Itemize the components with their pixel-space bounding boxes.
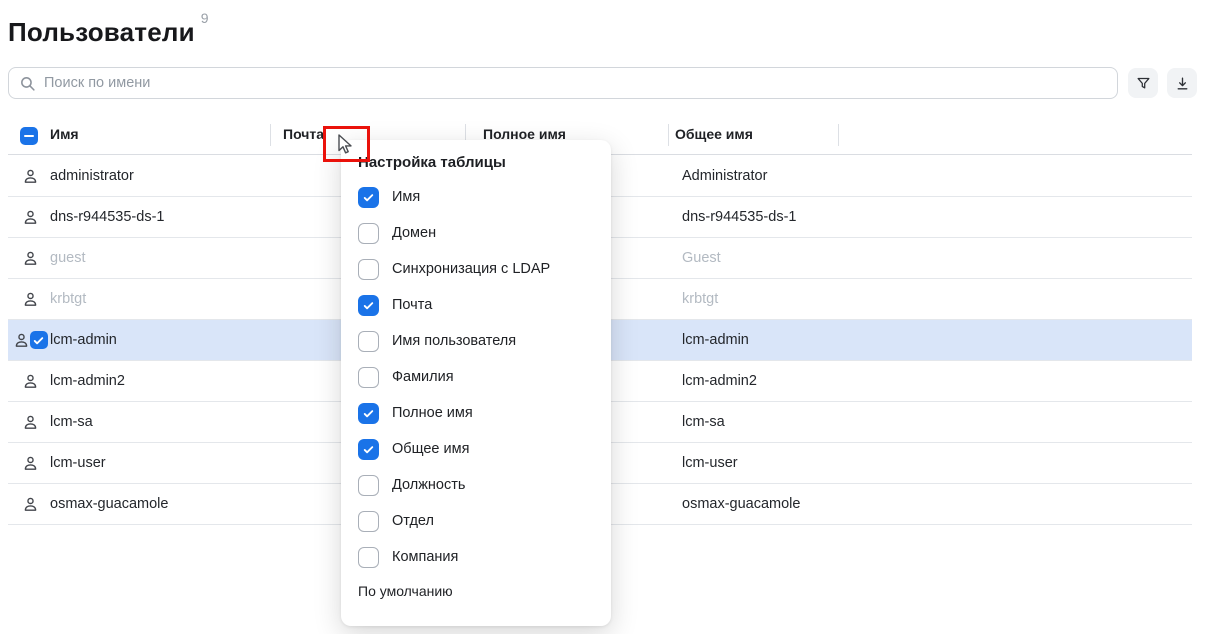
menu-title: Настройка таблицы <box>341 154 611 179</box>
user-name: osmax-guacamole <box>50 496 168 512</box>
filter-button[interactable] <box>1128 68 1158 98</box>
menu-item[interactable]: Должность <box>341 467 611 503</box>
column-divider <box>838 124 839 146</box>
user-icon <box>22 168 39 185</box>
menu-item[interactable]: Общее имя <box>341 431 611 467</box>
menu-item-label: Общее имя <box>392 441 469 457</box>
download-button[interactable] <box>1167 68 1197 98</box>
menu-item-label: Полное имя <box>392 405 473 421</box>
menu-item[interactable]: Отдел <box>341 503 611 539</box>
menu-item-label: Имя пользователя <box>392 333 516 349</box>
menu-item-label: Синхронизация с LDAP <box>392 261 550 277</box>
column-header-commonname[interactable]: Общее имя <box>675 126 753 142</box>
menu-item[interactable]: Имя пользователя <box>341 323 611 359</box>
user-name: dns-r944535-ds-1 <box>50 209 164 225</box>
user-name: lcm-admin <box>50 332 117 348</box>
menu-item[interactable]: Домен <box>341 215 611 251</box>
menu-item[interactable]: Имя <box>341 179 611 215</box>
user-name: lcm-admin2 <box>50 373 125 389</box>
users-page: Пользователи 9 Имя Почта Полное имя Общее… <box>0 0 1206 634</box>
menu-item[interactable]: Фамилия <box>341 359 611 395</box>
common-name: lcm-admin <box>682 332 749 348</box>
menu-item-checkbox[interactable] <box>358 259 379 280</box>
column-header-mail[interactable]: Почта <box>283 126 324 142</box>
search-box[interactable] <box>8 67 1118 99</box>
menu-item[interactable]: Синхронизация с LDAP <box>341 251 611 287</box>
menu-item[interactable]: Полное имя <box>341 395 611 431</box>
menu-item-checkbox[interactable] <box>358 439 379 460</box>
row-checkbox[interactable] <box>30 331 48 349</box>
menu-item-label: Фамилия <box>392 369 454 385</box>
select-all-checkbox[interactable] <box>20 127 38 145</box>
page-title: Пользователи <box>8 17 195 47</box>
menu-item-label: Почта <box>392 297 432 313</box>
common-name: lcm-admin2 <box>682 373 757 389</box>
common-name: krbtgt <box>682 291 718 307</box>
menu-item-checkbox[interactable] <box>358 475 379 496</box>
search-input[interactable] <box>44 75 1107 91</box>
user-name: administrator <box>50 168 134 184</box>
common-name: Administrator <box>682 168 767 184</box>
table-settings-menu: Настройка таблицы Имя Домен Синхронизаци… <box>341 140 611 626</box>
user-icon <box>22 373 39 390</box>
search-icon <box>19 75 36 92</box>
user-name: lcm-user <box>50 455 106 471</box>
menu-item-checkbox[interactable] <box>358 547 379 568</box>
common-name: lcm-user <box>682 455 738 471</box>
menu-item-label: Имя <box>392 189 420 205</box>
user-name: krbtgt <box>50 291 86 307</box>
user-name: lcm-sa <box>50 414 93 430</box>
menu-item-checkbox[interactable] <box>358 367 379 388</box>
user-icon <box>13 332 30 349</box>
menu-item-label: Компания <box>392 549 458 565</box>
common-name: lcm-sa <box>682 414 725 430</box>
menu-item-label: Должность <box>392 477 465 493</box>
page-header: Пользователи 9 <box>8 10 209 48</box>
menu-item-label: Домен <box>392 225 436 241</box>
reset-to-default-button[interactable]: По умолчанию <box>341 583 611 599</box>
menu-item-checkbox[interactable] <box>358 295 379 316</box>
menu-item-label: Отдел <box>392 513 434 529</box>
funnel-icon <box>1135 75 1152 92</box>
menu-item[interactable]: Компания <box>341 539 611 575</box>
common-name: dns-r944535-ds-1 <box>682 209 796 225</box>
download-icon <box>1174 75 1191 92</box>
menu-item[interactable]: Почта <box>341 287 611 323</box>
menu-item-checkbox[interactable] <box>358 187 379 208</box>
common-name: Guest <box>682 250 721 266</box>
menu-item-checkbox[interactable] <box>358 403 379 424</box>
column-header-name[interactable]: Имя <box>50 126 79 142</box>
user-name: guest <box>50 250 85 266</box>
user-icon <box>22 250 39 267</box>
column-divider <box>668 124 669 146</box>
user-count-badge: 9 <box>201 10 209 26</box>
user-icon <box>22 291 39 308</box>
menu-item-checkbox[interactable] <box>358 331 379 352</box>
user-icon <box>22 496 39 513</box>
user-icon <box>22 455 39 472</box>
menu-items: Имя Домен Синхронизация с LDAP Почта Имя <box>341 179 611 575</box>
column-divider <box>270 124 271 146</box>
menu-item-checkbox[interactable] <box>358 511 379 532</box>
user-icon <box>22 414 39 431</box>
user-icon <box>22 209 39 226</box>
common-name: osmax-guacamole <box>682 496 800 512</box>
menu-item-checkbox[interactable] <box>358 223 379 244</box>
